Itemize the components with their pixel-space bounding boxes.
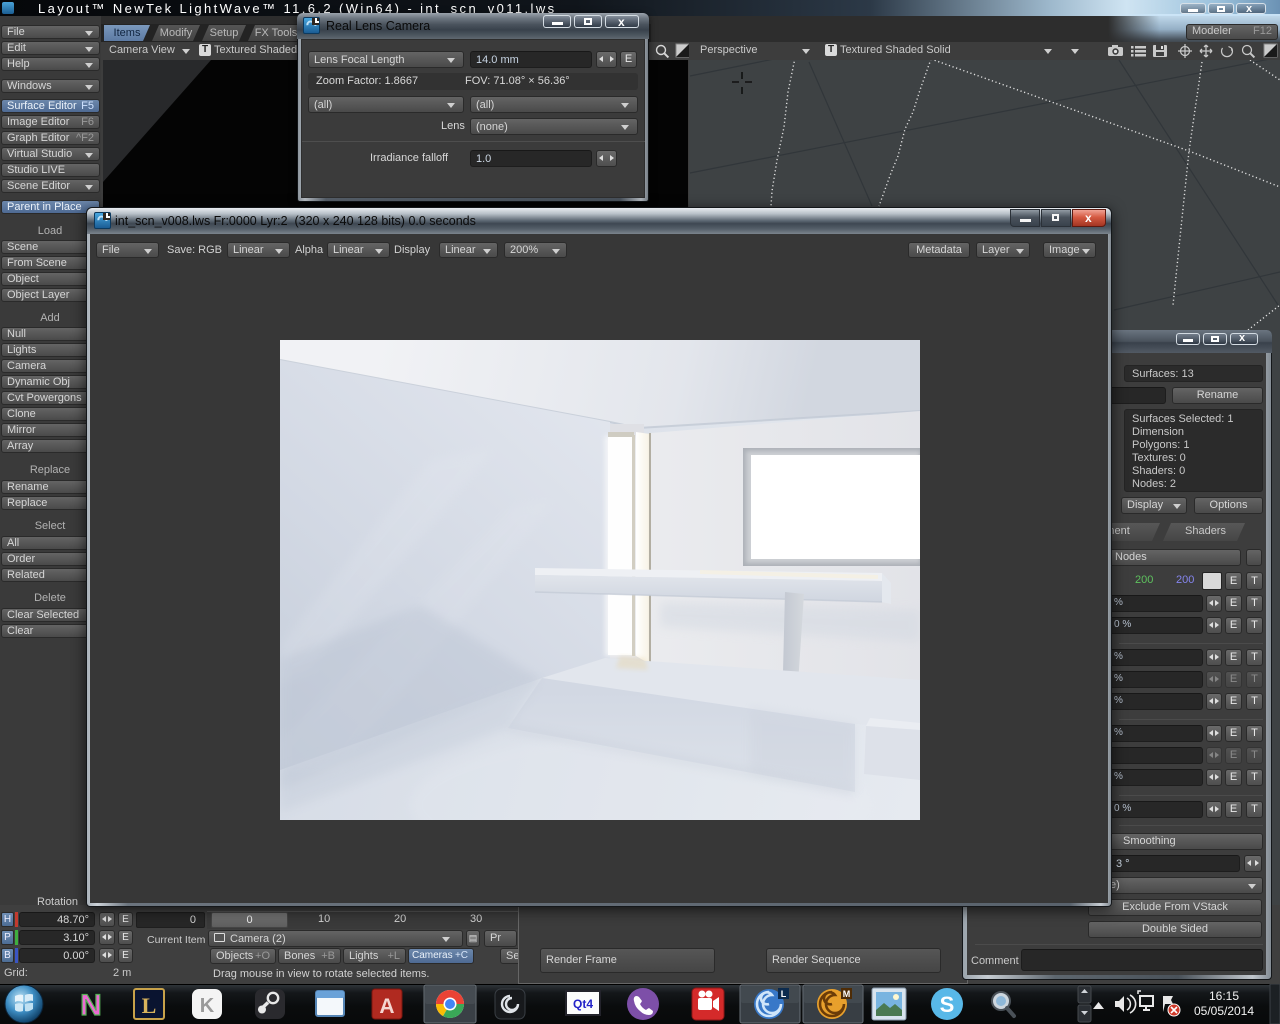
svg-text:S: S [940, 992, 955, 1017]
svg-text:05/05/2014: 05/05/2014 [1194, 1004, 1254, 1018]
svg-text:N: N [80, 989, 102, 1022]
svg-text:L: L [781, 989, 787, 999]
svg-text:L: L [142, 993, 157, 1018]
svg-text:A: A [379, 995, 394, 1018]
svg-text:K: K [200, 995, 215, 1017]
svg-text:16:15: 16:15 [1209, 989, 1239, 1003]
svg-text:Qt4: Qt4 [573, 997, 593, 1011]
svg-text:M: M [843, 989, 851, 999]
